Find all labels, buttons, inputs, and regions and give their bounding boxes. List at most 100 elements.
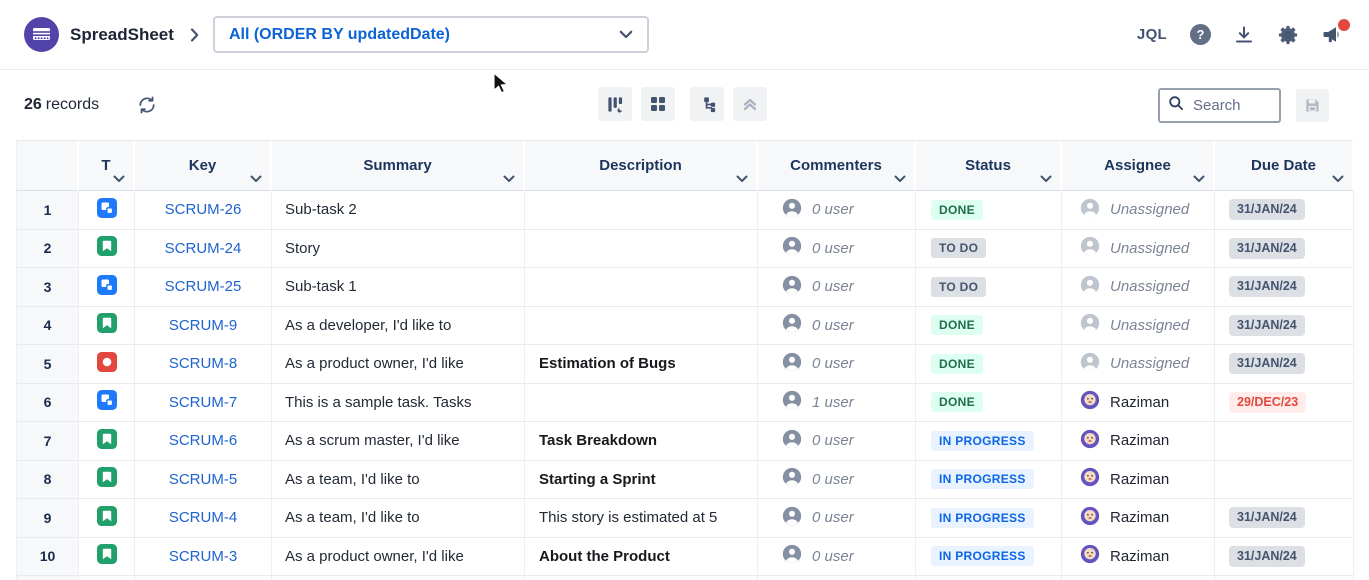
issue-key-link[interactable]: SCRUM-9 (169, 317, 237, 334)
status-cell[interactable]: DONE (916, 384, 1062, 423)
commenters-cell[interactable]: 0 user (758, 422, 916, 461)
issue-type-cell[interactable] (79, 461, 135, 500)
issue-key-cell[interactable]: SCRUM-3 (135, 538, 272, 577)
due-date-cell[interactable]: 31/JAN/24 (1215, 191, 1354, 230)
issue-type-cell[interactable] (79, 538, 135, 577)
issue-key-cell[interactable]: SCRUM-25 (135, 268, 272, 307)
status-cell[interactable]: IN PROGRESS (916, 499, 1062, 538)
issue-key-link[interactable]: SCRUM-24 (165, 240, 242, 257)
issue-type-cell[interactable] (79, 499, 135, 538)
commenters-cell[interactable]: 0 user (758, 307, 916, 346)
issue-key-link[interactable]: SCRUM-3 (169, 548, 237, 565)
commenters-cell[interactable]: 1 user (758, 384, 916, 423)
issue-key-link[interactable]: SCRUM-25 (165, 278, 242, 295)
issue-key-cell[interactable]: SCRUM-26 (135, 191, 272, 230)
status-cell[interactable]: IN PROGRESS (916, 538, 1062, 577)
issue-key-cell[interactable] (135, 576, 272, 580)
issue-type-cell[interactable] (79, 191, 135, 230)
description-cell[interactable] (525, 384, 758, 423)
due-date-cell[interactable]: 31/JAN/24 (1215, 307, 1354, 346)
description-cell[interactable] (525, 268, 758, 307)
download-icon[interactable] (1234, 25, 1254, 45)
column-header-commenters[interactable]: Commenters (758, 141, 916, 191)
column-menu-chevron-icon[interactable] (250, 175, 262, 183)
issue-key-link[interactable]: SCRUM-5 (169, 471, 237, 488)
commenters-cell[interactable]: 0 user (758, 345, 916, 384)
issue-type-cell[interactable] (79, 345, 135, 384)
issue-key-link[interactable]: SCRUM-7 (169, 394, 237, 411)
column-header-due-date[interactable]: Due Date (1215, 141, 1354, 191)
save-button[interactable] (1296, 89, 1329, 122)
refresh-icon[interactable] (137, 95, 157, 115)
column-header-summary[interactable]: Summary (272, 141, 525, 191)
summary-cell[interactable]: This is a sample task. Tasks (272, 384, 525, 423)
assignee-cell[interactable]: Unassigned (1062, 230, 1215, 269)
assignee-cell[interactable]: Raziman (1062, 461, 1215, 500)
issue-key-cell[interactable]: SCRUM-5 (135, 461, 272, 500)
status-cell[interactable]: TO DO (916, 268, 1062, 307)
assignee-cell[interactable]: Unassigned (1062, 191, 1215, 230)
column-menu-chevron-icon[interactable] (1332, 175, 1344, 183)
issue-type-cell[interactable] (79, 384, 135, 423)
column-menu-chevron-icon[interactable] (113, 175, 125, 183)
assignee-cell[interactable]: Unassigned (1062, 345, 1215, 384)
due-date-cell[interactable]: 31/JAN/24 (1215, 499, 1354, 538)
issue-type-cell[interactable] (79, 576, 135, 580)
issue-key-link[interactable]: SCRUM-26 (165, 201, 242, 218)
assignee-cell[interactable] (1062, 576, 1215, 580)
summary-cell[interactable]: Sub-task 1 (272, 268, 525, 307)
summary-cell[interactable]: Story (272, 230, 525, 269)
issue-type-cell[interactable] (79, 422, 135, 461)
assignee-cell[interactable]: Raziman (1062, 384, 1215, 423)
summary-cell[interactable]: As a team, I'd like to (272, 461, 525, 500)
commenters-cell[interactable]: 0 user (758, 461, 916, 500)
due-date-cell[interactable] (1215, 576, 1354, 580)
commenters-cell[interactable] (758, 576, 916, 580)
due-date-cell[interactable]: 29/DEC/23 (1215, 384, 1354, 423)
status-cell[interactable] (916, 576, 1062, 580)
summary-cell[interactable]: As a developer, I'd like to (272, 307, 525, 346)
collapse-all-button[interactable] (733, 87, 767, 121)
summary-cell[interactable]: As a scrum master, I'd like (272, 422, 525, 461)
column-header-t[interactable]: T (79, 141, 135, 191)
description-cell[interactable] (525, 307, 758, 346)
issue-key-cell[interactable]: SCRUM-4 (135, 499, 272, 538)
announcements-megaphone-icon[interactable] (1322, 24, 1345, 45)
summary-cell[interactable]: As a product owner, I'd like (272, 538, 525, 577)
column-menu-chevron-icon[interactable] (1193, 175, 1205, 183)
issue-key-cell[interactable]: SCRUM-24 (135, 230, 272, 269)
summary-cell[interactable]: Sub-task 2 (272, 191, 525, 230)
description-cell[interactable]: Starting a Sprint (525, 461, 758, 500)
column-menu-chevron-icon[interactable] (503, 175, 515, 183)
hierarchy-view-button[interactable] (690, 87, 724, 121)
issue-type-cell[interactable] (79, 268, 135, 307)
description-cell[interactable]: Estimation of Bugs (525, 345, 758, 384)
description-cell[interactable] (525, 191, 758, 230)
search-input[interactable] (1191, 96, 1271, 115)
issue-key-cell[interactable]: SCRUM-9 (135, 307, 272, 346)
due-date-cell[interactable]: 31/JAN/24 (1215, 230, 1354, 269)
description-cell[interactable]: Task Breakdown (525, 422, 758, 461)
issue-key-cell[interactable]: SCRUM-8 (135, 345, 272, 384)
description-cell[interactable] (525, 576, 758, 580)
due-date-cell[interactable]: 31/JAN/24 (1215, 345, 1354, 384)
column-menu-chevron-icon[interactable] (1040, 175, 1052, 183)
column-header-description[interactable]: Description (525, 141, 758, 191)
settings-gear-icon[interactable] (1277, 24, 1299, 46)
column-header-status[interactable]: Status (916, 141, 1062, 191)
column-settings-button[interactable] (598, 87, 632, 121)
column-header-key[interactable]: Key (135, 141, 272, 191)
summary-cell[interactable] (272, 576, 525, 580)
description-cell[interactable] (525, 230, 758, 269)
status-cell[interactable]: TO DO (916, 230, 1062, 269)
filter-dropdown[interactable]: All (ORDER BY updatedDate) (213, 16, 649, 53)
column-menu-chevron-icon[interactable] (736, 175, 748, 183)
status-cell[interactable]: IN PROGRESS (916, 422, 1062, 461)
assignee-cell[interactable]: Raziman (1062, 499, 1215, 538)
commenters-cell[interactable]: 0 user (758, 538, 916, 577)
issue-key-cell[interactable]: SCRUM-7 (135, 384, 272, 423)
summary-cell[interactable]: As a product owner, I'd like (272, 345, 525, 384)
commenters-cell[interactable]: 0 user (758, 268, 916, 307)
description-cell[interactable]: About the Product (525, 538, 758, 577)
column-menu-chevron-icon[interactable] (894, 175, 906, 183)
